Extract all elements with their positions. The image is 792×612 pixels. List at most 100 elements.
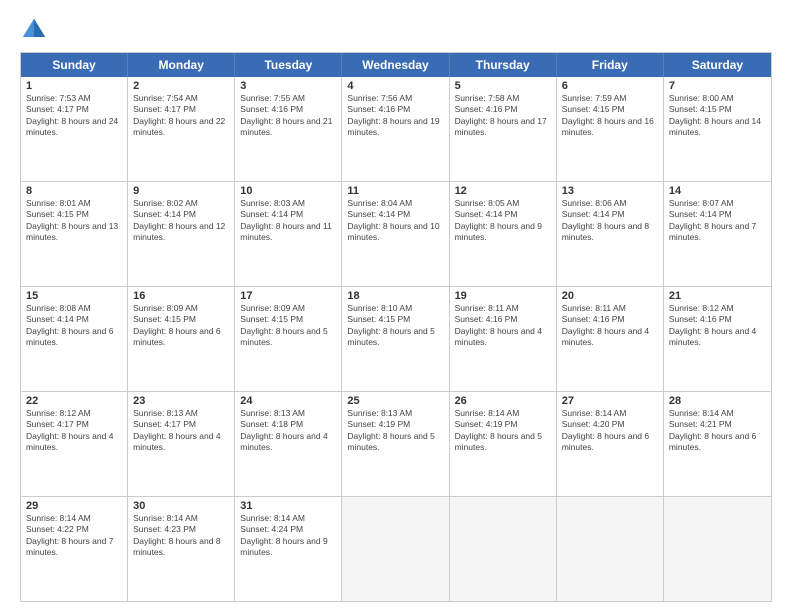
day-info: Sunrise: 8:01 AMSunset: 4:15 PMDaylight:… [26, 198, 122, 244]
header-thursday: Thursday [450, 53, 557, 77]
table-row: 4Sunrise: 7:56 AMSunset: 4:16 PMDaylight… [342, 77, 449, 181]
day-info: Sunrise: 8:10 AMSunset: 4:15 PMDaylight:… [347, 303, 443, 349]
day-info: Sunrise: 8:14 AMSunset: 4:20 PMDaylight:… [562, 408, 658, 454]
day-info: Sunrise: 8:05 AMSunset: 4:14 PMDaylight:… [455, 198, 551, 244]
day-number: 7 [669, 80, 766, 92]
calendar-row-4: 22Sunrise: 8:12 AMSunset: 4:17 PMDayligh… [21, 391, 771, 496]
header-saturday: Saturday [664, 53, 771, 77]
table-row: 16Sunrise: 8:09 AMSunset: 4:15 PMDayligh… [128, 287, 235, 391]
day-info: Sunrise: 8:13 AMSunset: 4:17 PMDaylight:… [133, 408, 229, 454]
day-number: 8 [26, 185, 122, 197]
day-number: 28 [669, 395, 766, 407]
day-number: 21 [669, 290, 766, 302]
day-info: Sunrise: 8:09 AMSunset: 4:15 PMDaylight:… [133, 303, 229, 349]
day-number: 25 [347, 395, 443, 407]
day-info: Sunrise: 8:14 AMSunset: 4:23 PMDaylight:… [133, 513, 229, 559]
day-info: Sunrise: 8:14 AMSunset: 4:19 PMDaylight:… [455, 408, 551, 454]
table-row: 19Sunrise: 8:11 AMSunset: 4:16 PMDayligh… [450, 287, 557, 391]
day-number: 24 [240, 395, 336, 407]
calendar-row-1: 1Sunrise: 7:53 AMSunset: 4:17 PMDaylight… [21, 77, 771, 181]
table-row: 2Sunrise: 7:54 AMSunset: 4:17 PMDaylight… [128, 77, 235, 181]
table-row: 11Sunrise: 8:04 AMSunset: 4:14 PMDayligh… [342, 182, 449, 286]
table-row: 25Sunrise: 8:13 AMSunset: 4:19 PMDayligh… [342, 392, 449, 496]
day-info: Sunrise: 8:07 AMSunset: 4:14 PMDaylight:… [669, 198, 766, 244]
day-info: Sunrise: 8:00 AMSunset: 4:15 PMDaylight:… [669, 93, 766, 139]
day-number: 9 [133, 185, 229, 197]
day-info: Sunrise: 8:09 AMSunset: 4:15 PMDaylight:… [240, 303, 336, 349]
calendar-row-2: 8Sunrise: 8:01 AMSunset: 4:15 PMDaylight… [21, 181, 771, 286]
day-info: Sunrise: 8:11 AMSunset: 4:16 PMDaylight:… [455, 303, 551, 349]
day-info: Sunrise: 7:58 AMSunset: 4:16 PMDaylight:… [455, 93, 551, 139]
day-info: Sunrise: 8:06 AMSunset: 4:14 PMDaylight:… [562, 198, 658, 244]
day-number: 18 [347, 290, 443, 302]
day-info: Sunrise: 8:14 AMSunset: 4:21 PMDaylight:… [669, 408, 766, 454]
table-row: 22Sunrise: 8:12 AMSunset: 4:17 PMDayligh… [21, 392, 128, 496]
table-row: 1Sunrise: 7:53 AMSunset: 4:17 PMDaylight… [21, 77, 128, 181]
day-info: Sunrise: 7:53 AMSunset: 4:17 PMDaylight:… [26, 93, 122, 139]
day-number: 16 [133, 290, 229, 302]
table-row: 8Sunrise: 8:01 AMSunset: 4:15 PMDaylight… [21, 182, 128, 286]
table-row [450, 497, 557, 601]
day-info: Sunrise: 8:11 AMSunset: 4:16 PMDaylight:… [562, 303, 658, 349]
day-number: 27 [562, 395, 658, 407]
logo [20, 16, 52, 44]
table-row: 12Sunrise: 8:05 AMSunset: 4:14 PMDayligh… [450, 182, 557, 286]
day-number: 29 [26, 500, 122, 512]
header-sunday: Sunday [21, 53, 128, 77]
day-number: 12 [455, 185, 551, 197]
day-info: Sunrise: 8:12 AMSunset: 4:17 PMDaylight:… [26, 408, 122, 454]
table-row: 9Sunrise: 8:02 AMSunset: 4:14 PMDaylight… [128, 182, 235, 286]
day-number: 13 [562, 185, 658, 197]
day-info: Sunrise: 8:14 AMSunset: 4:24 PMDaylight:… [240, 513, 336, 559]
table-row [342, 497, 449, 601]
table-row: 15Sunrise: 8:08 AMSunset: 4:14 PMDayligh… [21, 287, 128, 391]
table-row: 6Sunrise: 7:59 AMSunset: 4:15 PMDaylight… [557, 77, 664, 181]
day-number: 17 [240, 290, 336, 302]
day-number: 14 [669, 185, 766, 197]
day-number: 5 [455, 80, 551, 92]
table-row: 18Sunrise: 8:10 AMSunset: 4:15 PMDayligh… [342, 287, 449, 391]
table-row [664, 497, 771, 601]
day-info: Sunrise: 8:02 AMSunset: 4:14 PMDaylight:… [133, 198, 229, 244]
table-row: 3Sunrise: 7:55 AMSunset: 4:16 PMDaylight… [235, 77, 342, 181]
day-info: Sunrise: 8:13 AMSunset: 4:19 PMDaylight:… [347, 408, 443, 454]
logo-icon [20, 16, 48, 44]
table-row: 13Sunrise: 8:06 AMSunset: 4:14 PMDayligh… [557, 182, 664, 286]
header-friday: Friday [557, 53, 664, 77]
table-row: 26Sunrise: 8:14 AMSunset: 4:19 PMDayligh… [450, 392, 557, 496]
table-row: 14Sunrise: 8:07 AMSunset: 4:14 PMDayligh… [664, 182, 771, 286]
table-row: 29Sunrise: 8:14 AMSunset: 4:22 PMDayligh… [21, 497, 128, 601]
day-info: Sunrise: 7:55 AMSunset: 4:16 PMDaylight:… [240, 93, 336, 139]
calendar-row-3: 15Sunrise: 8:08 AMSunset: 4:14 PMDayligh… [21, 286, 771, 391]
table-row: 31Sunrise: 8:14 AMSunset: 4:24 PMDayligh… [235, 497, 342, 601]
day-number: 22 [26, 395, 122, 407]
calendar-header: Sunday Monday Tuesday Wednesday Thursday… [21, 53, 771, 77]
header-monday: Monday [128, 53, 235, 77]
day-info: Sunrise: 7:59 AMSunset: 4:15 PMDaylight:… [562, 93, 658, 139]
day-info: Sunrise: 7:56 AMSunset: 4:16 PMDaylight:… [347, 93, 443, 139]
day-info: Sunrise: 8:08 AMSunset: 4:14 PMDaylight:… [26, 303, 122, 349]
calendar: Sunday Monday Tuesday Wednesday Thursday… [20, 52, 772, 602]
day-info: Sunrise: 8:04 AMSunset: 4:14 PMDaylight:… [347, 198, 443, 244]
day-number: 15 [26, 290, 122, 302]
day-number: 23 [133, 395, 229, 407]
calendar-body: 1Sunrise: 7:53 AMSunset: 4:17 PMDaylight… [21, 77, 771, 601]
header-wednesday: Wednesday [342, 53, 449, 77]
table-row: 17Sunrise: 8:09 AMSunset: 4:15 PMDayligh… [235, 287, 342, 391]
day-number: 19 [455, 290, 551, 302]
day-number: 20 [562, 290, 658, 302]
table-row: 28Sunrise: 8:14 AMSunset: 4:21 PMDayligh… [664, 392, 771, 496]
table-row: 27Sunrise: 8:14 AMSunset: 4:20 PMDayligh… [557, 392, 664, 496]
header-tuesday: Tuesday [235, 53, 342, 77]
header [20, 16, 772, 44]
day-info: Sunrise: 8:03 AMSunset: 4:14 PMDaylight:… [240, 198, 336, 244]
day-number: 6 [562, 80, 658, 92]
table-row: 10Sunrise: 8:03 AMSunset: 4:14 PMDayligh… [235, 182, 342, 286]
page: Sunday Monday Tuesday Wednesday Thursday… [0, 0, 792, 612]
day-info: Sunrise: 7:54 AMSunset: 4:17 PMDaylight:… [133, 93, 229, 139]
day-number: 11 [347, 185, 443, 197]
day-number: 31 [240, 500, 336, 512]
day-number: 26 [455, 395, 551, 407]
table-row: 24Sunrise: 8:13 AMSunset: 4:18 PMDayligh… [235, 392, 342, 496]
table-row: 21Sunrise: 8:12 AMSunset: 4:16 PMDayligh… [664, 287, 771, 391]
